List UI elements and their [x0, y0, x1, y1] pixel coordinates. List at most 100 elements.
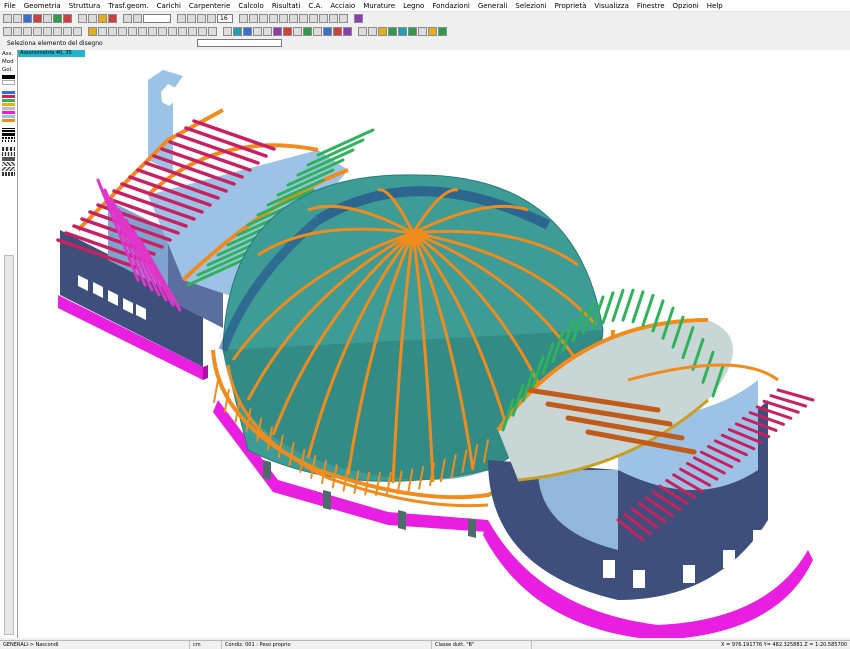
command-input[interactable] — [197, 39, 282, 47]
refresh-icon[interactable] — [309, 13, 318, 23]
cube-light-icon[interactable] — [408, 26, 417, 36]
cube-green-icon[interactable] — [388, 26, 397, 36]
line-dashed-icon[interactable] — [2, 137, 15, 139]
panel-label-ass[interactable]: Ass. — [0, 50, 17, 58]
menu-item-c-a[interactable]: C.A. — [304, 2, 326, 10]
wall-icon[interactable] — [333, 26, 342, 36]
line-icon[interactable] — [3, 26, 12, 36]
menu-item-visualizza[interactable]: Visualizza — [590, 2, 632, 10]
edit-icon[interactable] — [208, 26, 217, 36]
menu-item-generali[interactable]: Generali — [474, 2, 512, 10]
menu-item-selezioni[interactable]: Selezioni — [511, 2, 550, 10]
color-swatch-black[interactable] — [2, 75, 15, 79]
paste-icon[interactable] — [63, 13, 72, 23]
material-icon[interactable] — [273, 26, 282, 36]
grid-icon[interactable] — [123, 13, 132, 23]
zoom-window-icon[interactable] — [289, 13, 298, 23]
menu-item-murature[interactable]: Murature — [359, 2, 399, 10]
array-icon[interactable] — [138, 26, 147, 36]
color-swatch-orange[interactable] — [2, 119, 15, 122]
panel-label-mod[interactable]: Mod — [0, 58, 17, 66]
node-icon[interactable] — [63, 26, 72, 36]
pointer-icon[interactable] — [13, 26, 22, 36]
color-swatch-magenta[interactable] — [2, 111, 15, 114]
line-thin-icon[interactable] — [2, 128, 15, 129]
layer-icon[interactable] — [323, 26, 332, 36]
color-swatch-green[interactable] — [2, 99, 15, 102]
cube-final-icon[interactable] — [438, 26, 447, 36]
section-cut-icon[interactable] — [313, 26, 322, 36]
menu-item-trasf-geom[interactable]: Trasf.geom. — [104, 2, 152, 10]
axis-y-icon[interactable] — [33, 26, 42, 36]
triangle-icon[interactable] — [177, 13, 186, 23]
solid-icon[interactable] — [198, 26, 207, 36]
hide-icon[interactable] — [339, 13, 348, 23]
menu-item-risultati[interactable]: Risultati — [268, 2, 305, 10]
beam-icon[interactable] — [73, 26, 82, 36]
color-swatch-blue[interactable] — [2, 91, 15, 94]
color-swatch-yellow[interactable] — [2, 103, 15, 106]
section-icon[interactable] — [187, 13, 196, 23]
menu-item-calcolo[interactable]: Calcolo — [234, 2, 267, 10]
pattern-2-icon[interactable] — [2, 152, 15, 156]
menu-item-acciaio[interactable]: Acciaio — [326, 2, 359, 10]
filter-icon[interactable] — [253, 26, 262, 36]
pan-icon[interactable] — [98, 13, 107, 23]
select-window-icon[interactable] — [243, 26, 252, 36]
cube-cyan-icon[interactable] — [398, 26, 407, 36]
mesh-icon[interactable] — [303, 26, 312, 36]
menu-item-legno[interactable]: Legno — [399, 2, 428, 10]
plane-icon[interactable] — [53, 26, 62, 36]
trim-icon[interactable] — [128, 26, 137, 36]
line-thick-icon[interactable] — [2, 133, 15, 136]
menu-item-geometria[interactable]: Geometria — [20, 2, 65, 10]
offset-icon[interactable] — [118, 26, 127, 36]
panel-label-gol[interactable]: Gol. — [0, 66, 17, 74]
cube-icon[interactable] — [378, 26, 387, 36]
panel-scrollbar[interactable] — [4, 255, 14, 635]
cube-yellow-icon[interactable] — [428, 26, 437, 36]
menu-item-finestre[interactable]: Finestre — [633, 2, 669, 10]
arc-icon[interactable] — [168, 26, 177, 36]
menu-item-fondazioni[interactable]: Fondazioni — [428, 2, 474, 10]
menu-item-help[interactable]: Help — [703, 2, 727, 10]
paste-props-icon[interactable] — [368, 26, 377, 36]
menu-item-carpenterie[interactable]: Carpenterie — [185, 2, 234, 10]
view-front-icon[interactable] — [249, 13, 258, 23]
pattern-5-icon[interactable] — [2, 167, 15, 171]
line-dotted-icon[interactable] — [2, 140, 15, 142]
menu-item-opzioni[interactable]: Opzioni — [669, 2, 703, 10]
menu-item-carichi[interactable]: Carichi — [153, 2, 185, 10]
render-icon[interactable] — [329, 13, 338, 23]
zoom-all-icon[interactable] — [299, 13, 308, 23]
polyline-icon[interactable] — [178, 26, 187, 36]
delete-icon[interactable] — [158, 26, 167, 36]
support-icon[interactable] — [108, 26, 117, 36]
pattern-6-icon[interactable] — [2, 172, 15, 176]
brush-icon[interactable] — [88, 26, 97, 36]
axis-z-icon[interactable] — [43, 26, 52, 36]
pencil-icon[interactable] — [197, 13, 206, 23]
view-iso-icon[interactable] — [269, 13, 278, 23]
pattern-1-icon[interactable] — [2, 147, 15, 151]
color-swatch-red[interactable] — [2, 95, 15, 98]
slab-icon[interactable] — [343, 26, 352, 36]
copy-props-icon[interactable] — [358, 26, 367, 36]
open-file-icon[interactable] — [13, 13, 22, 23]
snap-icon[interactable] — [133, 13, 142, 23]
save-icon[interactable] — [23, 13, 32, 23]
mirror-icon[interactable] — [148, 26, 157, 36]
redo-icon[interactable] — [88, 13, 97, 23]
view-side-icon[interactable] — [259, 13, 268, 23]
view-top-icon[interactable] — [239, 13, 248, 23]
measure-icon[interactable] — [207, 13, 216, 23]
zoom-in-icon[interactable] — [279, 13, 288, 23]
rotate-3d-icon[interactable] — [223, 26, 232, 36]
menu-item-file[interactable]: File — [0, 2, 20, 10]
rotate-icon[interactable] — [319, 13, 328, 23]
print-icon[interactable] — [33, 13, 42, 23]
3d-viewport[interactable] — [18, 50, 850, 638]
cube-outline-icon[interactable] — [418, 26, 427, 36]
menu-item-propriet[interactable]: Proprietà — [551, 2, 591, 10]
shell-icon[interactable] — [188, 26, 197, 36]
